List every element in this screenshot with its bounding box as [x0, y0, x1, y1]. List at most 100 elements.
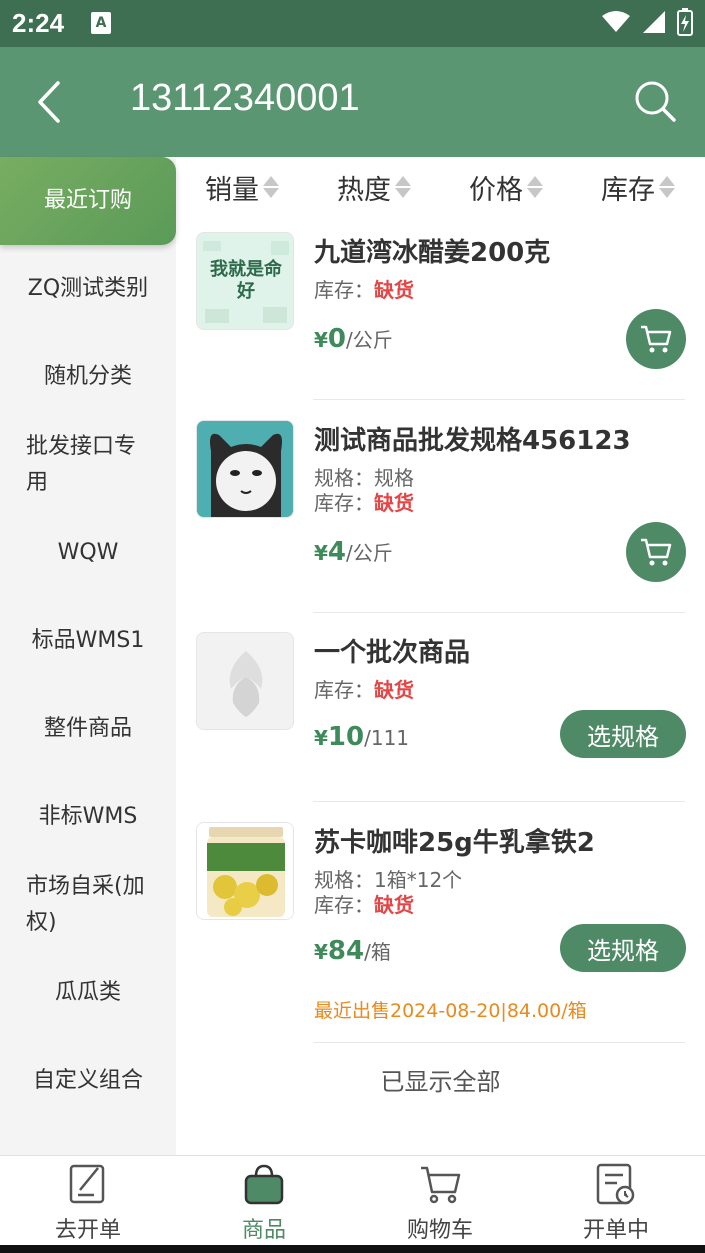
edit-document-icon — [69, 1164, 105, 1204]
sidebar-item-whole-pieces[interactable]: 整件商品 — [0, 685, 176, 773]
status-bar: 2:24 A — [0, 0, 705, 47]
product-stock: 库存：缺货 — [314, 674, 414, 703]
product-item[interactable]: 测试商品批发规格456123 规格：规格 库存：缺货 ¥4/公斤 — [196, 420, 686, 582]
stock-value: 缺货 — [374, 278, 414, 302]
product-name: 九道湾冰醋姜200克 — [314, 238, 551, 268]
system-nav-bar — [0, 1245, 705, 1253]
tab-label: 去开单 — [54, 1218, 121, 1243]
product-name: 苏卡咖啡25g牛乳拿铁2 — [314, 828, 595, 858]
add-to-cart-button[interactable] — [626, 522, 686, 582]
tab-label: 开单中 — [582, 1218, 649, 1243]
stock-label: 库存： — [314, 491, 374, 515]
sidebar-item-random[interactable]: 随机分类 — [0, 333, 176, 421]
wifi-icon — [602, 11, 630, 32]
tab-products[interactable]: 商品 — [176, 1156, 352, 1245]
sort-price-label: 价格 — [469, 174, 523, 206]
sort-stock-label: 库存 — [601, 174, 655, 206]
sidebar-item-wqw[interactable]: WQW — [0, 509, 176, 597]
sort-price[interactable]: 价格 — [440, 157, 572, 217]
stock-value: 缺货 — [374, 893, 414, 917]
product-name: 测试商品批发规格456123 — [314, 426, 631, 456]
price-unit: /公斤 — [346, 541, 393, 565]
product-price: ¥10/111 — [314, 722, 409, 752]
sidebar-item-melons[interactable]: 瓜瓜类 — [0, 949, 176, 1037]
cart-icon — [421, 1166, 461, 1204]
product-image-art — [197, 421, 293, 517]
back-arrow-icon[interactable] — [30, 79, 70, 125]
stock-label: 库存： — [314, 893, 374, 917]
product-item[interactable]: 我就是命好 九道湾冰醋姜200克 库存：缺货 ¥0/公斤 — [196, 232, 686, 372]
pending-document-icon — [596, 1163, 635, 1205]
tab-cart[interactable]: 购物车 — [352, 1156, 528, 1245]
product-name: 一个批次商品 — [314, 638, 471, 668]
sidebar-item-wms1[interactable]: 标品WMS1 — [0, 597, 176, 685]
select-spec-button[interactable]: 选规格 — [560, 710, 686, 758]
tab-label: 购物车 — [406, 1218, 473, 1243]
status-time: 2:24 — [12, 8, 65, 38]
page-title: 13112340001 — [130, 77, 360, 119]
product-stock: 库存：缺货 — [314, 487, 414, 516]
sort-arrows-icon — [395, 176, 411, 198]
stock-label: 库存： — [314, 278, 374, 302]
sort-sales[interactable]: 销量 — [176, 157, 308, 217]
sort-arrows-icon — [263, 176, 279, 198]
price-currency: ¥ — [314, 541, 328, 565]
price-currency: ¥ — [314, 726, 328, 750]
product-item[interactable]: 苏卡咖啡25g牛乳拿铁2 规格：1箱*12个 库存：缺货 ¥84/箱 选规格 最… — [196, 822, 686, 1032]
sort-heat-label: 热度 — [337, 174, 391, 206]
product-image-text: 我就是命好 — [210, 259, 282, 302]
sort-stock[interactable]: 库存 — [572, 157, 704, 217]
sort-bar: 销量 热度 价格 库存 — [176, 157, 705, 217]
sort-heat[interactable]: 热度 — [308, 157, 440, 217]
sort-arrows-icon — [659, 176, 675, 198]
sort-arrows-icon — [527, 176, 543, 198]
product-price: ¥0/公斤 — [314, 324, 393, 354]
stock-value: 缺货 — [374, 678, 414, 702]
product-stock: 库存：缺货 — [314, 274, 414, 303]
price-value: 4 — [327, 537, 347, 567]
category-sidebar: 最近订购 ZQ测试类别 随机分类 批发接口专用 WQW 标品WMS1 整件商品 … — [0, 157, 176, 1155]
tab-label: 商品 — [241, 1218, 286, 1243]
price-value: 10 — [327, 722, 365, 752]
cart-icon — [641, 325, 672, 353]
list-end-note: 已显示全部 — [380, 1068, 501, 1096]
product-image: 我就是命好 — [196, 232, 294, 330]
sidebar-item-nonstandard-wms[interactable]: 非标WMS — [0, 773, 176, 861]
tab-in-progress[interactable]: 开单中 — [528, 1156, 704, 1245]
sidebar-item-recent[interactable]: 最近订购 — [0, 157, 176, 245]
product-image — [196, 822, 294, 920]
add-to-cart-button[interactable] — [626, 309, 686, 369]
product-stock: 库存：缺货 — [314, 889, 414, 918]
sort-sales-label: 销量 — [205, 174, 259, 206]
stock-value: 缺货 — [374, 491, 414, 515]
sidebar-item-zq-test[interactable]: ZQ测试类别 — [0, 245, 176, 333]
divider — [313, 1042, 685, 1043]
system-icons — [601, 8, 693, 36]
stock-label: 库存： — [314, 678, 374, 702]
product-image-placeholder — [196, 632, 294, 730]
product-image-art — [197, 823, 293, 919]
price-value: 0 — [327, 324, 347, 354]
price-value: 84 — [327, 936, 365, 966]
product-price: ¥84/箱 — [314, 936, 391, 966]
tab-new-order[interactable]: 去开单 — [0, 1156, 176, 1245]
product-item[interactable]: 一个批次商品 库存：缺货 ¥10/111 选规格 — [196, 632, 686, 772]
signal-icon — [643, 11, 665, 33]
battery-icon — [677, 8, 693, 36]
recent-sale-info: 最近出售2024-08-20|84.00/箱 — [314, 1000, 587, 1022]
bottom-tab-bar: 去开单 商品 购物车 开单中 — [0, 1155, 705, 1245]
divider — [313, 612, 685, 613]
cart-icon — [641, 538, 672, 566]
sidebar-item-wholesale-api[interactable]: 批发接口专用 — [0, 421, 176, 509]
sidebar-item-market-purchase[interactable]: 市场自采(加权) — [0, 861, 176, 949]
search-icon[interactable] — [633, 79, 677, 123]
price-unit: /箱 — [364, 940, 391, 964]
notification-icon: A — [91, 12, 111, 34]
price-unit: /公斤 — [346, 328, 393, 352]
select-spec-button[interactable]: 选规格 — [560, 924, 686, 972]
product-image — [196, 420, 294, 518]
divider — [313, 801, 685, 802]
divider — [313, 399, 685, 400]
sidebar-item-custom-combo[interactable]: 自定义组合 — [0, 1037, 176, 1125]
price-currency: ¥ — [314, 940, 328, 964]
